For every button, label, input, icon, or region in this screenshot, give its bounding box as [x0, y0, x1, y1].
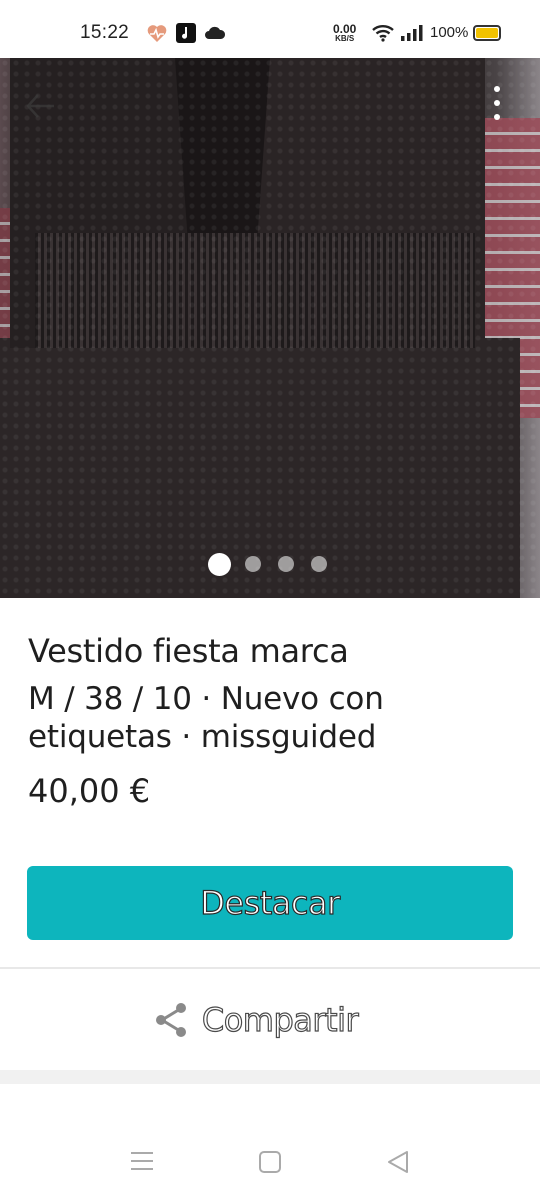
system-nav-bar: [0, 1120, 540, 1200]
menu-icon[interactable]: [130, 1150, 154, 1172]
gallery-dot-2[interactable]: [245, 556, 261, 572]
gallery-dot-1[interactable]: [208, 552, 231, 576]
signal-icon: [401, 25, 423, 41]
back-triangle-icon[interactable]: [386, 1150, 410, 1174]
network-speed: 0.00 KB/S: [333, 23, 356, 44]
status-bar: 15:22 0.00 KB/S 100%: [0, 0, 540, 58]
section-separator: [0, 1070, 540, 1084]
product-details: M / 38 / 10 · Nuevo con etiquetas · miss…: [28, 681, 384, 755]
gallery-page-indicator: [208, 552, 344, 576]
product-price: 40,00 €: [28, 772, 151, 810]
highlight-button-label: Destacar: [200, 883, 341, 922]
cloud-icon: [205, 26, 226, 39]
divider: [0, 967, 540, 969]
battery-percent: 100%: [430, 24, 469, 41]
gallery-dot-3[interactable]: [278, 556, 294, 572]
share-button[interactable]: Compartir: [0, 970, 540, 1070]
highlight-button[interactable]: Destacar: [27, 866, 513, 940]
share-label: Compartir: [201, 1000, 359, 1039]
heart-monitor-icon: [147, 25, 167, 42]
network-speed-unit: KB/S: [335, 34, 355, 43]
share-icon: [155, 1003, 186, 1037]
product-title: Vestido fiesta marca: [28, 632, 349, 670]
more-vertical-icon[interactable]: [494, 86, 502, 126]
wifi-icon: [372, 25, 394, 42]
fabric-texture: [0, 58, 540, 598]
battery-icon: [473, 25, 501, 41]
home-square-icon[interactable]: [258, 1150, 282, 1174]
status-time: 15:22: [80, 22, 130, 43]
back-arrow-icon[interactable]: [24, 92, 56, 120]
product-image-gallery[interactable]: [0, 58, 540, 598]
gallery-dot-4[interactable]: [311, 556, 327, 572]
music-app-icon: [176, 23, 196, 43]
